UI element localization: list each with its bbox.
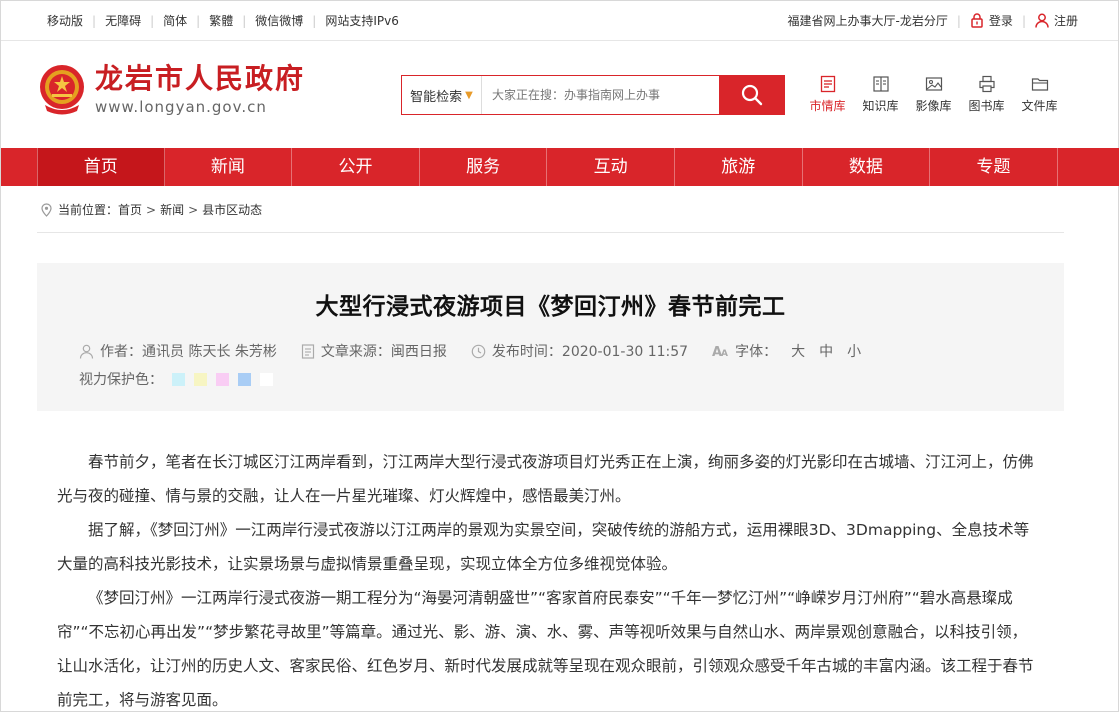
nav-topics[interactable]: 专题 — [930, 148, 1058, 186]
breadcrumb-county-news[interactable]: 县市区动态 — [202, 201, 262, 218]
library-image[interactable]: 影像库 — [907, 75, 960, 114]
image-icon — [925, 77, 942, 91]
library-label: 影像库 — [915, 99, 952, 113]
divider: | — [312, 13, 317, 28]
national-emblem-icon — [40, 65, 84, 115]
article-published: 发布时间：2020-01-30 11:57 — [471, 341, 688, 361]
register-label: 注册 — [1053, 14, 1078, 28]
accessibility-link[interactable]: 无障碍 — [105, 12, 141, 29]
nav-data[interactable]: 数据 — [803, 148, 931, 186]
main-nav: 首页 新闻 公开 服务 互动 旅游 数据 专题 — [1, 148, 1119, 186]
mobile-version-link[interactable]: 移动版 — [47, 12, 83, 29]
nav-interaction[interactable]: 互动 — [547, 148, 675, 186]
divider: | — [242, 13, 247, 28]
protect-color-pink[interactable] — [216, 372, 229, 386]
library-knowledge[interactable]: 知识库 — [854, 75, 907, 114]
eye-protection-colors: 视力保护色： — [79, 369, 273, 389]
article-paragraph: 《梦回汀州》一江两岸行浸式夜游一期工程分为“海晏河清朝盛世”“客家首府民泰安”“… — [57, 589, 1034, 709]
top-links: 移动版 | 无障碍 | 简体 | 繁體 | 微信微博 | 网站支持IPv6 — [47, 12, 399, 29]
lock-icon — [971, 13, 983, 28]
divider: | — [956, 13, 961, 28]
site-url: www.longyan.gov.cn — [95, 98, 267, 116]
author-text: 作者：通讯员 陈天长 朱芳彬 — [100, 344, 277, 360]
source-text: 文章来源：闽西日报 — [320, 344, 447, 360]
breadcrumb-home[interactable]: 首页 — [118, 201, 142, 218]
printer-icon — [978, 75, 995, 93]
font-size-small[interactable]: 小 — [847, 341, 861, 361]
article-meta: 作者：通讯员 陈天长 朱芳彬 文章来源：闽西日报 发布时间：2020-01-30… — [79, 341, 885, 361]
divider: | — [196, 13, 201, 28]
site-title: 龙岩市人民政府 — [95, 62, 306, 95]
wechat-weibo-link[interactable]: 微信微博 — [255, 12, 303, 29]
folder-icon — [1031, 78, 1048, 91]
library-label: 图书库 — [968, 99, 1005, 113]
login-label: 登录 — [988, 14, 1013, 28]
protect-color-blue[interactable] — [238, 372, 251, 386]
protect-label: 视力保护色： — [79, 372, 163, 388]
protect-color-white[interactable] — [260, 372, 273, 386]
search-icon — [741, 84, 762, 106]
top-right: 福建省网上办事大厅-龙岩分厅 | 登录 | 注册 — [788, 12, 1078, 29]
font-size-medium[interactable]: 中 — [819, 341, 833, 361]
traditional-link[interactable]: 繁體 — [209, 12, 233, 29]
svg-text:A: A — [721, 349, 728, 358]
article-paragraph: 据了解，《梦回汀州》一江两岸行浸式夜游以汀江两岸的景观为实景空间，突破传统的游船… — [57, 521, 1030, 573]
top-bar: 移动版 | 无障碍 | 简体 | 繁體 | 微信微博 | 网站支持IPv6 福建… — [1, 1, 1118, 41]
font-size-large[interactable]: 大 — [791, 341, 805, 361]
library-files[interactable]: 文件库 — [1013, 75, 1066, 114]
nav-public[interactable]: 公开 — [292, 148, 420, 186]
library-label: 市情库 — [809, 99, 846, 113]
simplified-link[interactable]: 简体 — [163, 12, 187, 29]
login-link[interactable]: 登录 — [970, 12, 1013, 29]
user-icon — [79, 344, 94, 359]
book-icon — [872, 76, 889, 92]
article-header: 大型行浸式夜游项目《梦回汀州》春节前完工 作者：通讯员 陈天长 朱芳彬 文章来源… — [37, 263, 1064, 411]
library-links: 市情库 知识库 影像库 图书库 文件库 — [801, 75, 1066, 114]
nav-service[interactable]: 服务 — [420, 148, 548, 186]
site-header: 龙岩市人民政府 www.longyan.gov.cn 智能检索 ▼ 市情库 知识… — [1, 41, 1118, 147]
chevron-down-icon: ▼ — [465, 89, 473, 101]
clock-icon — [471, 344, 486, 358]
search-scope-select[interactable]: 智能检索 ▼ — [402, 76, 482, 114]
font-size-icon: AA — [712, 345, 728, 358]
search-box: 智能检索 ▼ — [401, 75, 785, 115]
breadcrumb-separator: > — [146, 202, 157, 217]
breadcrumb: 当前位置： 首页 > 新闻 > 县市区动态 — [37, 187, 1064, 233]
location-pin-icon — [41, 202, 52, 217]
nav-home[interactable]: 首页 — [37, 148, 165, 186]
font-size-label: 字体： — [735, 344, 778, 360]
protect-color-cyan[interactable] — [172, 372, 185, 386]
breadcrumb-separator: > — [188, 202, 199, 217]
article-author: 作者：通讯员 陈天长 朱芳彬 — [79, 341, 277, 361]
nav-news[interactable]: 新闻 — [165, 148, 293, 186]
divider: | — [92, 13, 97, 28]
divider: | — [1021, 13, 1026, 28]
library-city-info[interactable]: 市情库 — [801, 75, 854, 114]
article-body: 春节前夕，笔者在长汀城区汀江两岸看到，汀江两岸大型行浸式夜游项目灯光秀正在上演，… — [57, 445, 1037, 712]
article-paragraph: 春节前夕，笔者在长汀城区汀江两岸看到，汀江两岸大型行浸式夜游项目灯光秀正在上演，… — [57, 453, 1034, 505]
breadcrumb-news[interactable]: 新闻 — [160, 201, 184, 218]
library-label: 知识库 — [862, 99, 899, 113]
protect-color-yellow[interactable] — [194, 372, 207, 386]
library-label: 文件库 — [1021, 99, 1058, 113]
nav-tourism[interactable]: 旅游 — [675, 148, 803, 186]
search-input[interactable] — [482, 76, 719, 114]
user-icon — [1035, 13, 1049, 28]
library-books[interactable]: 图书库 — [960, 75, 1013, 114]
portal-link[interactable]: 福建省网上办事大厅-龙岩分厅 — [788, 12, 948, 29]
font-size-control: AA 字体： 大 中 小 — [712, 341, 861, 361]
search-button[interactable] — [719, 76, 784, 114]
site-logo[interactable]: 龙岩市人民政府 www.longyan.gov.cn — [37, 61, 305, 117]
search-scope-label: 智能检索 — [410, 89, 463, 105]
register-link[interactable]: 注册 — [1035, 12, 1078, 29]
article-source: 文章来源：闽西日报 — [301, 341, 447, 361]
breadcrumb-label: 当前位置： — [58, 203, 119, 217]
city-info-icon — [820, 75, 835, 93]
ipv6-link[interactable]: 网站支持IPv6 — [325, 12, 399, 29]
document-icon — [301, 343, 315, 359]
article-title: 大型行浸式夜游项目《梦回汀州》春节前完工 — [315, 294, 786, 320]
divider: | — [150, 13, 155, 28]
logo-text: 龙岩市人民政府 www.longyan.gov.cn — [95, 62, 305, 116]
published-text: 发布时间：2020-01-30 11:57 — [491, 344, 689, 360]
